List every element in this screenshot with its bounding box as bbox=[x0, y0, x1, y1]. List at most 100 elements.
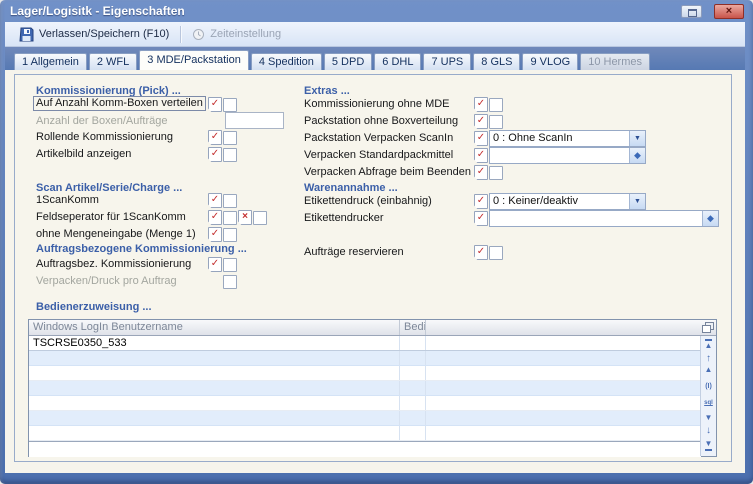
nav-first-row-button[interactable]: ▲ bbox=[701, 339, 716, 350]
section-warenannahme: Warenannahme ... bbox=[304, 182, 398, 194]
default-check-icon[interactable]: ✓ bbox=[474, 131, 488, 146]
verpacken-druck-checkbox bbox=[223, 275, 237, 289]
nav-page-up-button[interactable]: ↑ bbox=[701, 354, 716, 364]
tab-spedition[interactable]: 4 Spedition bbox=[251, 53, 322, 70]
anzahl-boxen-label: Anzahl der Boxen/Aufträge bbox=[36, 115, 167, 127]
default-check-icon[interactable]: ✓ bbox=[208, 210, 222, 225]
lookup-icon[interactable]: ◆ bbox=[629, 148, 645, 163]
close-button[interactable]: × bbox=[714, 4, 744, 19]
artikelbild-label: Artikelbild anzeigen bbox=[36, 148, 131, 160]
grid-footer-row bbox=[29, 442, 701, 457]
scanin-dropdown[interactable]: 0 : Ohne ScanIn ▼ bbox=[489, 130, 646, 147]
save-icon bbox=[19, 27, 34, 42]
nav-last-row-button[interactable]: ▼ bbox=[701, 440, 716, 451]
packmittel-value bbox=[490, 148, 629, 163]
etikettendrucker-label: Etikettendrucker bbox=[304, 212, 383, 224]
nav-prev-row-button[interactable]: ▲ bbox=[701, 366, 716, 374]
save-exit-button[interactable]: Verlassen/Speichern (F10) bbox=[13, 25, 175, 44]
packmittel-label: Verpacken Standardpackmittel bbox=[304, 149, 453, 161]
rollende-checkbox[interactable] bbox=[223, 131, 237, 145]
column-chooser-icon[interactable] bbox=[702, 322, 713, 332]
lookup-icon[interactable]: ◆ bbox=[702, 211, 718, 226]
default-check-icon[interactable]: ✓ bbox=[208, 97, 222, 112]
tab-wfl[interactable]: 2 WFL bbox=[89, 53, 137, 70]
table-row[interactable] bbox=[29, 426, 701, 441]
time-settings-label: Zeiteinstellung bbox=[210, 28, 281, 40]
default-check-icon[interactable]: ✓ bbox=[208, 227, 222, 242]
nav-page-down-button[interactable]: ↓ bbox=[701, 426, 716, 436]
dialog-window: Lager/Logisitk - Eigenschaften × Verlass… bbox=[0, 0, 753, 484]
scankomm-label: 1ScanKomm bbox=[36, 194, 99, 206]
tab-vlog[interactable]: 9 VLOG bbox=[522, 53, 578, 70]
title-bar[interactable]: Lager/Logisitk - Eigenschaften × bbox=[0, 0, 753, 22]
section-scan: Scan Artikel/Serie/Charge ... bbox=[36, 182, 182, 194]
tab-mde-packstation[interactable]: 3 MDE/Packstation bbox=[139, 50, 249, 70]
nav-sql-button[interactable]: sql bbox=[701, 399, 716, 407]
time-settings-button: Zeiteinstellung bbox=[186, 26, 287, 43]
section-bedienerzuweisung: Bedienerzuweisung ... bbox=[36, 301, 152, 313]
cell-windows-login: TSCRSE0350_533 bbox=[29, 336, 400, 350]
abfrage-checkbox[interactable] bbox=[489, 166, 503, 180]
anzahl-boxen-input[interactable] bbox=[225, 112, 284, 129]
ohne-menge-label: ohne Mengeneingabe (Menge 1) bbox=[36, 228, 196, 240]
etikettendruck-dropdown[interactable]: 0 : Keiner/deaktiv ▼ bbox=[489, 193, 646, 210]
chevron-down-icon[interactable]: ▼ bbox=[629, 131, 645, 146]
nav-next-row-button[interactable]: ▼ bbox=[701, 414, 716, 422]
grid-navigator[interactable]: ▲ ↑ ▲ (I) sql ▼ ↓ ▼ bbox=[700, 336, 716, 456]
reservieren-checkbox[interactable] bbox=[489, 246, 503, 260]
tab-dhl[interactable]: 6 DHL bbox=[374, 53, 421, 70]
auf-anzahl-checkbox[interactable] bbox=[223, 98, 237, 112]
table-row[interactable] bbox=[29, 351, 701, 366]
auftragsbez-checkbox[interactable] bbox=[223, 258, 237, 272]
feldseperator-checkbox[interactable] bbox=[223, 211, 237, 225]
table-row[interactable] bbox=[29, 366, 701, 381]
default-check-icon[interactable]: ✓ bbox=[208, 147, 222, 162]
default-check-icon[interactable]: ✓ bbox=[474, 114, 488, 129]
etikettendrucker-combo[interactable]: ◆ bbox=[489, 210, 719, 227]
etikettendruck-value: 0 : Keiner/deaktiv bbox=[490, 194, 629, 209]
tab-allgemein[interactable]: 1 Allgemein bbox=[14, 53, 87, 70]
auftragsbez-label: Auftragsbez. Kommissionierung bbox=[36, 258, 191, 270]
column-header-empty[interactable] bbox=[426, 320, 716, 335]
ohne-mde-checkbox[interactable] bbox=[489, 98, 503, 112]
default-check-icon[interactable]: ✓ bbox=[474, 211, 488, 226]
restore-button[interactable] bbox=[681, 5, 702, 18]
default-check-icon[interactable]: ✓ bbox=[474, 245, 488, 260]
chevron-down-icon[interactable]: ▼ bbox=[629, 194, 645, 209]
cell-bediener bbox=[400, 336, 426, 350]
scankomm-checkbox[interactable] bbox=[223, 194, 237, 208]
tab-gls[interactable]: 8 GLS bbox=[473, 53, 520, 70]
column-header-windows-login[interactable]: Windows LogIn Benutzername bbox=[29, 320, 400, 335]
table-row[interactable] bbox=[29, 381, 701, 396]
default-check-icon[interactable]: ✓ bbox=[208, 193, 222, 208]
cell-extra bbox=[426, 336, 701, 350]
default-check-icon[interactable]: ✓ bbox=[208, 257, 222, 272]
feldseperator-label: Feldseperator für 1ScanKomm bbox=[36, 211, 186, 223]
bediener-grid: Windows LogIn Benutzername Bedi TSCRSE03… bbox=[28, 319, 717, 457]
default-check-icon[interactable]: ✓ bbox=[208, 130, 222, 145]
table-row[interactable] bbox=[29, 396, 701, 411]
tab-hermes: 10 Hermes bbox=[580, 53, 650, 70]
table-row[interactable]: TSCRSE0350_533 bbox=[29, 336, 701, 351]
scanin-label: Packstation Verpacken ScanIn bbox=[304, 132, 453, 144]
save-exit-label: Verlassen/Speichern (F10) bbox=[39, 28, 169, 40]
column-header-bediener[interactable]: Bedi bbox=[400, 320, 426, 335]
default-check-icon[interactable]: ✓ bbox=[474, 165, 488, 180]
packmittel-combo[interactable]: ◆ bbox=[489, 147, 646, 164]
default-check-icon[interactable]: ✓ bbox=[474, 97, 488, 112]
ohne-menge-checkbox[interactable] bbox=[223, 228, 237, 242]
tab-dpd[interactable]: 5 DPD bbox=[324, 53, 372, 70]
ohne-box-checkbox[interactable] bbox=[489, 115, 503, 129]
table-row[interactable] bbox=[29, 411, 701, 426]
nav-row-indicator-button[interactable]: (I) bbox=[701, 383, 716, 391]
tab-ups[interactable]: 7 UPS bbox=[423, 53, 471, 70]
tab-band: 1 Allgemein 2 WFL 3 MDE/Packstation 4 Sp… bbox=[5, 47, 745, 70]
default-check-icon[interactable]: ✓ bbox=[474, 194, 488, 209]
default-check-icon[interactable]: ✓ bbox=[474, 148, 488, 163]
grid-header: Windows LogIn Benutzername Bedi bbox=[29, 320, 716, 336]
feldseperator-char-box[interactable] bbox=[253, 211, 267, 225]
toolbar-separator bbox=[180, 26, 181, 43]
section-auftrag: Auftragsbezogene Kommissionierung ... bbox=[36, 243, 247, 255]
clear-icon[interactable]: × bbox=[238, 210, 252, 225]
artikelbild-checkbox[interactable] bbox=[223, 148, 237, 162]
